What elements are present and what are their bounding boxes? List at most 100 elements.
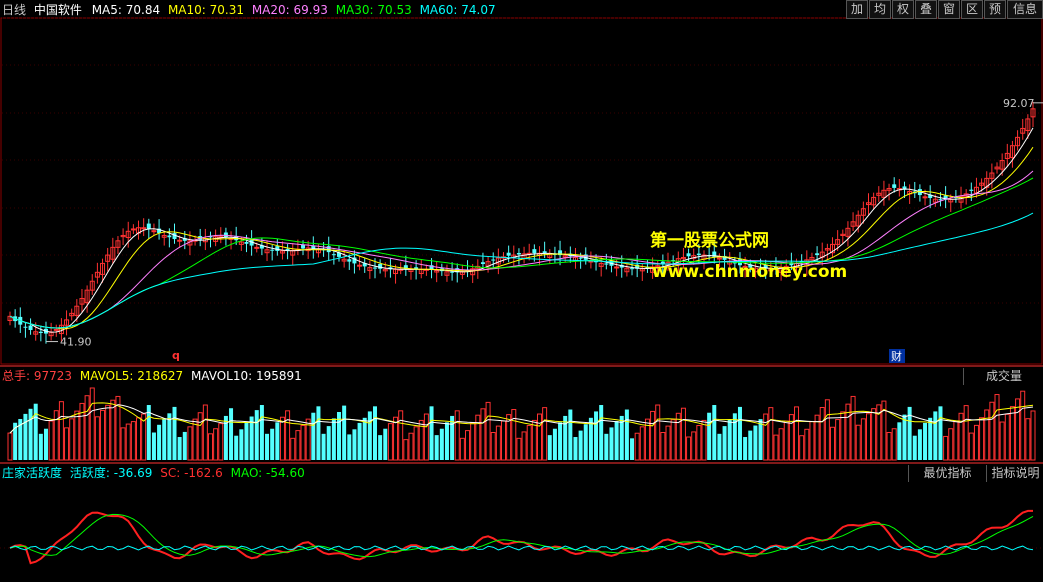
toolbar-add-button[interactable]: 加: [846, 0, 868, 19]
volume-bar-up: [459, 437, 465, 461]
volume-bar-up: [824, 399, 830, 461]
volume-bar-down: [748, 430, 753, 460]
candle-body-down: [578, 257, 583, 259]
volume-bar-down: [182, 431, 187, 460]
volume-bar-down: [265, 433, 270, 460]
chart-canvas: 92.07 41.90 q 财 第一股票公式网 www.chnmoney.com: [0, 17, 1043, 565]
candle-body-down: [696, 253, 701, 256]
candle-body-up: [716, 257, 722, 260]
volume-bar-up: [120, 427, 126, 461]
volume-bar-down: [259, 405, 264, 460]
volume-bar-up: [187, 426, 193, 461]
volume-bar-up: [670, 419, 676, 461]
candle-body-down: [450, 271, 455, 273]
ma5-label: MA5: 70.84: [91, 3, 161, 17]
volume-bar-up: [100, 409, 106, 461]
volume-bar-up: [207, 433, 213, 461]
volume-bar-up: [665, 425, 671, 461]
volume-bar-up: [819, 406, 825, 461]
candle-body-up: [357, 264, 363, 267]
volume-bar-down: [172, 406, 177, 460]
volume-bar-down: [614, 421, 619, 460]
volume-bar-up: [1025, 418, 1031, 461]
ma20-line: [9, 170, 1034, 329]
volume-button[interactable]: 成交量: [963, 368, 1043, 385]
toolbar-forecast-button[interactable]: 预: [984, 0, 1006, 19]
volume-bar-down: [897, 422, 902, 460]
candle-body-down: [275, 246, 280, 251]
volume-bar-down: [244, 422, 249, 460]
toolbar-rights-button[interactable]: 权: [892, 0, 914, 19]
volume-bar-up: [999, 421, 1005, 461]
toolbar-overlay-button[interactable]: 叠: [915, 0, 937, 19]
volume-bar-down: [558, 422, 563, 460]
volume-bar-up: [1009, 406, 1015, 461]
period-label[interactable]: 日线: [2, 3, 26, 17]
volume-bar-up: [855, 424, 861, 461]
volume-bar-down: [547, 435, 552, 460]
volume-bar-up: [387, 423, 393, 461]
toolbar-info-button[interactable]: 信息: [1007, 0, 1043, 19]
volume-bar-up: [773, 434, 779, 461]
volume-bar-up: [675, 412, 681, 461]
volume-bar-down: [923, 422, 928, 460]
volume-bar-up: [943, 435, 949, 461]
candle-body-down: [516, 253, 521, 255]
candle-body-down: [480, 262, 485, 265]
volume-bar-up: [958, 412, 964, 461]
volume-bar-down: [372, 406, 377, 460]
volume-bar-down: [229, 408, 234, 460]
volume-bar-up: [948, 428, 954, 461]
volume-bar-up: [634, 432, 640, 461]
volume-bar-up: [125, 423, 131, 461]
volume-total: 总手: 97723: [2, 369, 73, 383]
volume-bar-up: [1015, 398, 1021, 461]
volume-bar-up: [516, 437, 522, 461]
toolbar-window-button[interactable]: 窗: [938, 0, 960, 19]
volume-bar-down: [28, 408, 33, 460]
toolbar-average-button[interactable]: 均: [869, 0, 891, 19]
ma5-line: [9, 127, 1034, 333]
volume-bar-down: [928, 417, 933, 460]
volume-bar-up: [639, 426, 645, 461]
ma30-label: MA30: 70.53: [335, 3, 412, 17]
volume-bar-down: [917, 429, 922, 460]
volume-bar-down: [151, 432, 156, 460]
volume-bar-down: [33, 403, 38, 460]
volume-bar-up: [300, 425, 306, 461]
volume-bar-down: [270, 428, 275, 460]
indicator-name: 庄家活跃度: [2, 466, 63, 480]
volume-bar-down: [902, 414, 907, 460]
volume-bar-up: [989, 401, 995, 461]
candle-body-down: [686, 253, 691, 257]
volume-bar-down: [707, 412, 712, 460]
volume-bar-up: [783, 420, 789, 461]
volume-bar-up: [470, 422, 476, 461]
ma60-label: MA60: 74.07: [419, 3, 496, 17]
candle-body-up: [254, 246, 260, 249]
volume-bar-up: [521, 431, 527, 461]
volume-bar-up: [105, 404, 111, 461]
volume-bar-up: [809, 421, 815, 461]
huoyue-line: [9, 545, 1034, 551]
indicator-header: 庄家活跃度 活跃度: -36.69 SC: -162.6 MAO: -54.60: [2, 465, 309, 481]
volume-bar-up: [511, 409, 517, 461]
candle-body-down: [630, 268, 635, 270]
candle-body-up: [177, 239, 183, 242]
volume-bar-down: [157, 424, 162, 460]
indicator-explain-button[interactable]: 指标说明: [986, 465, 1043, 482]
mavol10-label: MAVOL10: 195891: [190, 369, 302, 383]
volume-bar-down: [321, 433, 326, 460]
toolbar-range-button[interactable]: 区: [961, 0, 983, 19]
volume-bar-down: [444, 422, 449, 460]
volume-bar-up: [136, 417, 142, 461]
volume-bar-down: [583, 424, 588, 460]
volume-bar-up: [290, 437, 296, 461]
volume-bar-up: [485, 401, 491, 461]
best-indicator-button[interactable]: 最优指标: [908, 465, 986, 482]
event-marker-q: q: [172, 349, 180, 362]
volume-bar-down: [604, 433, 609, 460]
huoyue-label: 活跃度: -36.69: [69, 466, 153, 480]
volume-bar-down: [316, 406, 321, 460]
mao-line: [9, 513, 1034, 558]
